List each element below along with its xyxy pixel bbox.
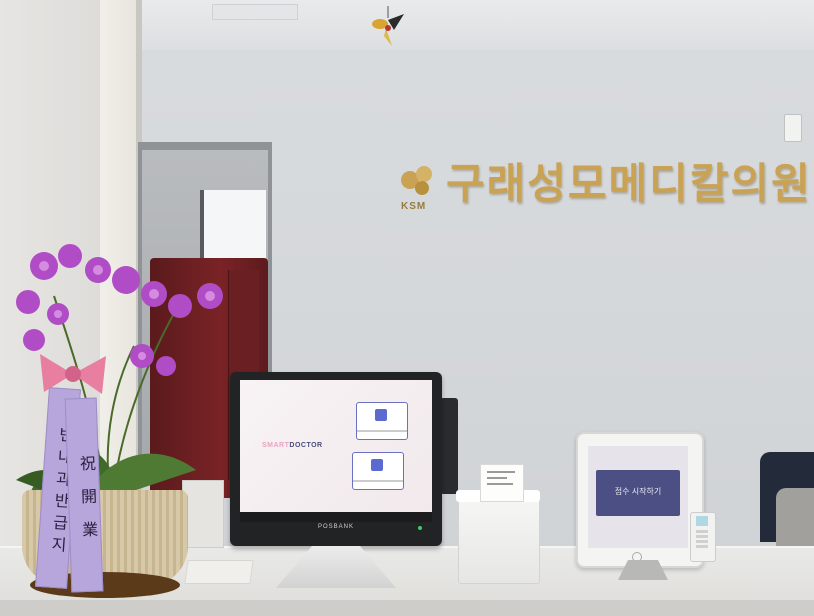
person: [776, 488, 814, 548]
kiosk-side-display: [440, 398, 458, 494]
wall-switch: [784, 114, 802, 142]
kiosk-power-led: [418, 526, 422, 530]
kiosk-card-icon: [375, 409, 387, 421]
receipt-line: [487, 477, 507, 479]
kiosk-card-text-line: [353, 480, 403, 482]
counter-edge: [0, 600, 814, 616]
clinic-logo-icon: [401, 166, 432, 195]
kiosk-card-button-2[interactable]: [352, 452, 404, 490]
kiosk-brand: POSBANK: [317, 524, 354, 530]
kiosk-card-button-1[interactable]: [356, 402, 408, 440]
kiosk-nav-bar: [240, 512, 432, 522]
kiosk-app-logo: SMARTDOCTOR: [262, 442, 323, 449]
card-reader-keypad: [696, 530, 708, 550]
receipt-line: [487, 483, 513, 485]
ceiling-mobile-icon: [372, 6, 404, 46]
clinic-name-sign: 구래성모메디칼의원: [446, 159, 812, 208]
card-reader-screen: [696, 516, 708, 526]
start-registration-label: 접수 시작하기: [614, 487, 662, 496]
paper-sheet: [184, 560, 254, 584]
receipt-line: [487, 471, 515, 473]
ribbon-right: 祝 開 業: [64, 397, 104, 593]
logo-text: KSM: [401, 201, 427, 212]
receipt-printer: [458, 492, 540, 584]
ceiling-vent: [212, 4, 298, 20]
clinic-reception-photo: KSM 구래성모메디칼의원 SMARTDOCTOR POSBANK 접수 시작하…: [0, 0, 814, 616]
kiosk-card-text-line: [357, 430, 407, 432]
receipt-paper: [480, 464, 524, 502]
kiosk-card-icon: [371, 459, 383, 471]
